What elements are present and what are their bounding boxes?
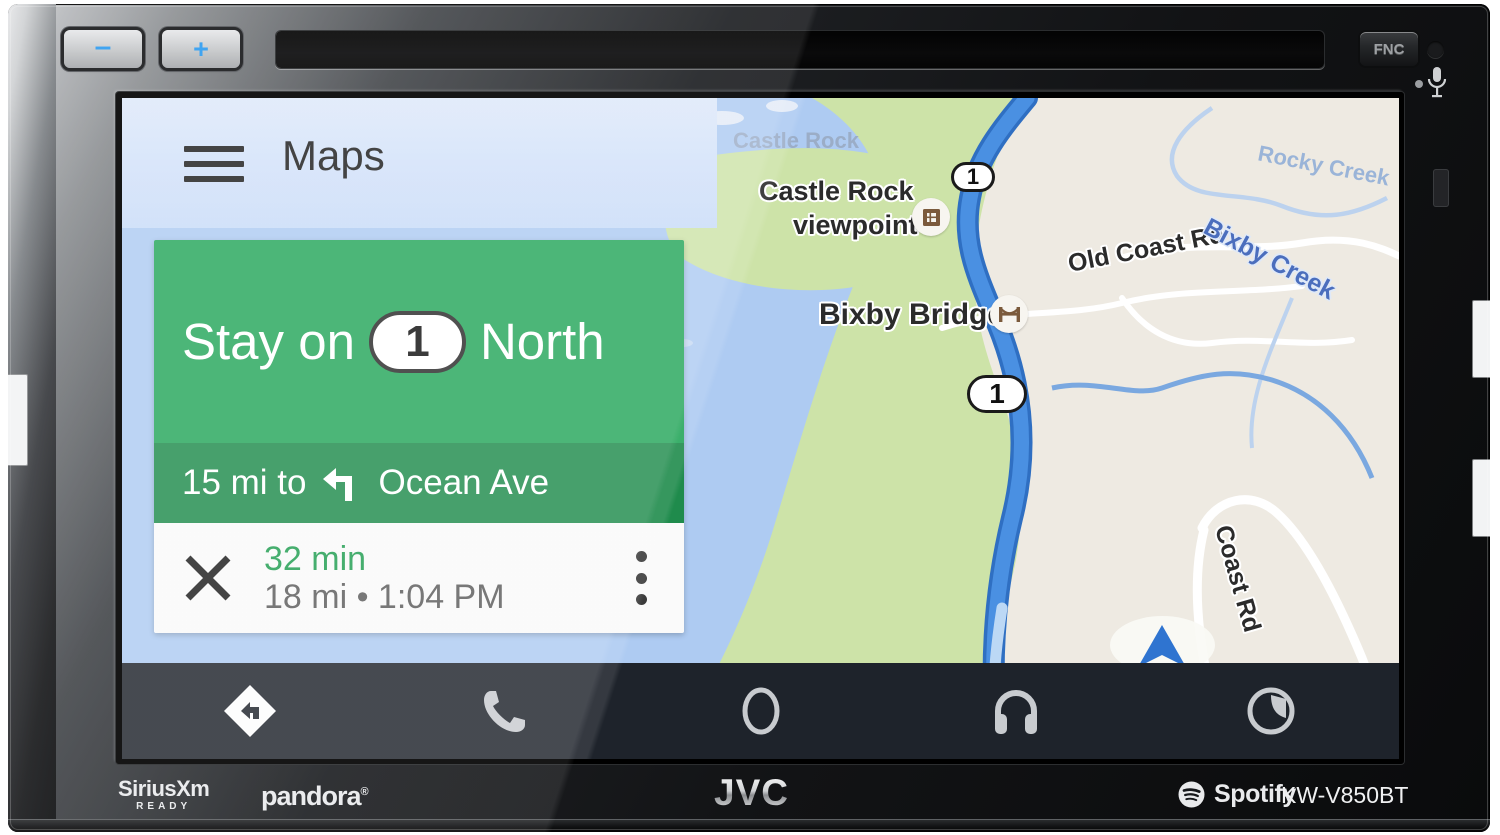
left-mount-tab (8, 374, 28, 466)
bottom-lip (8, 819, 1490, 832)
primary-instruction-banner: Stay on 1 North (154, 240, 684, 443)
mic-indicator-dot (1415, 80, 1423, 88)
nav-button-home[interactable] (633, 663, 888, 759)
volume-up-symbol: + (193, 33, 209, 64)
pandora-logo: pandora® (261, 781, 369, 812)
primary-instruction-suffix: North (479, 313, 605, 370)
car-stereo-device: – + FNC Castle Rock Castle Rock viewpoin… (8, 4, 1490, 832)
bridge-marker[interactable] (990, 295, 1028, 333)
home-circle-icon (742, 687, 780, 735)
function-button[interactable]: FNC (1360, 32, 1418, 66)
volume-down-symbol: – (94, 30, 112, 63)
bridge-icon (998, 307, 1020, 322)
right-mount-tab-top (1472, 300, 1490, 378)
primary-route-shield: 1 (368, 310, 466, 373)
trip-duration: 32 min (264, 539, 367, 578)
trip-info: 32 min 18 mi • 1:04 PM (264, 540, 636, 616)
secondary-instruction-banner: 15 mi to Ocean Ave (154, 443, 684, 523)
hardware-microphone-icon (1427, 67, 1447, 98)
touchscreen[interactable]: Castle Rock Castle Rock viewpoint Bixby … (122, 98, 1399, 759)
hamburger-menu-icon[interactable] (184, 146, 244, 182)
phone-icon (484, 691, 526, 732)
pandora-wordmark: pandora (261, 781, 362, 811)
trip-summary-card: 32 min 18 mi • 1:04 PM (154, 523, 684, 633)
right-mount-tab-bottom (1472, 459, 1490, 537)
disc-slot[interactable] (276, 31, 1324, 68)
route-shield-lower-number: 1 (989, 378, 1005, 409)
map-label-viewpoint: viewpoint (793, 210, 918, 240)
route-shield-upper-number: 1 (966, 164, 980, 189)
map-label-bixby-bridge: Bixby Bridge (819, 298, 1005, 331)
siriusxm-wordmark: SiriusXm (118, 776, 210, 801)
route-shield-lower[interactable]: 1 (967, 375, 1027, 413)
page-title: Maps (282, 132, 385, 179)
ir-sensor-window (1433, 169, 1449, 207)
volume-up-button[interactable]: + (162, 30, 240, 68)
more-vertical-icon[interactable] (636, 551, 650, 605)
display-frame: Castle Rock Castle Rock viewpoint Bixby … (116, 92, 1404, 764)
jvc-logo: JVC (714, 772, 789, 813)
viewpoint-marker[interactable] (912, 198, 950, 236)
primary-instruction: Stay on 1 North (182, 310, 605, 373)
map-label-castle-rock-area: Castle Rock (733, 128, 859, 153)
nav-button-recents[interactable] (1144, 663, 1399, 759)
clock-circle-icon (1247, 687, 1295, 735)
nav-button-phone[interactable] (377, 663, 632, 759)
function-button-label: FNC (1373, 40, 1405, 58)
map-label-castle-rock: Castle Rock (759, 176, 914, 206)
reset-hole[interactable] (1427, 41, 1444, 58)
close-icon[interactable] (180, 550, 236, 606)
siriusxm-logo: SiriusXm READY (118, 776, 210, 812)
primary-route-shield-number: 1 (405, 316, 430, 366)
brand-strip: SiriusXm READY pandora® JVC Spotify KW-V… (8, 768, 1490, 816)
volume-down-button[interactable]: – (64, 30, 142, 68)
headphones-icon (994, 690, 1037, 734)
viewpoint-icon (922, 208, 940, 226)
nav-button-media[interactable] (888, 663, 1143, 759)
app-bar: Maps (122, 98, 717, 228)
secondary-distance: 15 mi to (182, 463, 307, 502)
siriusxm-ready-label: READY (136, 801, 192, 812)
spotify-icon (1178, 781, 1205, 808)
nav-button-navigation[interactable] (122, 663, 377, 759)
pandora-registered-mark: ® (360, 786, 369, 798)
model-number: KW-V850BT (1281, 782, 1409, 808)
route-shield-upper[interactable]: 1 (951, 162, 995, 192)
navigation-direction-card: Stay on 1 North 15 mi to Ocean Ave 32 mi… (154, 240, 684, 633)
turn-left-arrow-icon (322, 468, 352, 501)
navigation-diamond-icon (223, 685, 276, 737)
spotify-logo: Spotify (1178, 780, 1296, 809)
primary-instruction-prefix: Stay on (182, 313, 355, 370)
secondary-street: Ocean Ave (378, 463, 550, 502)
bottom-nav-bar (122, 663, 1399, 759)
trip-distance-arrival: 18 mi • 1:04 PM (264, 578, 505, 616)
